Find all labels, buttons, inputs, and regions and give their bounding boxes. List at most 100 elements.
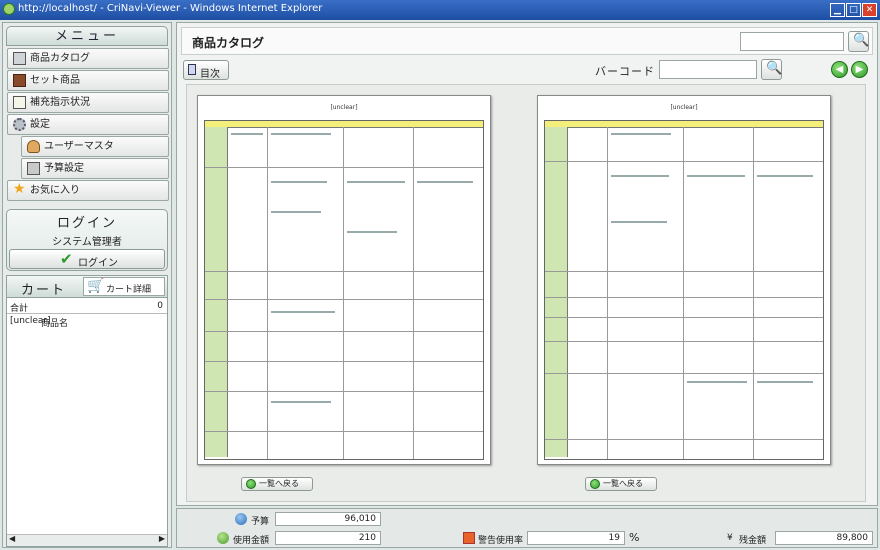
catalog-toolbar: 目次 バーコード 🔍 ◀ ▶ <box>181 59 873 81</box>
toc-button-label: 目次 <box>200 69 220 80</box>
doc-column-line <box>607 127 608 459</box>
budget-value: 96,010 <box>275 512 381 526</box>
catalog-page-left[interactable]: [unclear] <box>197 95 491 465</box>
arrow-left-icon: ◀ <box>835 64 844 75</box>
doc-column-line <box>343 127 344 459</box>
cart-detail-button[interactable]: 🛒 カート詳細 <box>83 277 165 296</box>
sidebar-item-replenish-status[interactable]: 補充指示状況 <box>7 92 169 113</box>
doc-table-header <box>205 121 483 128</box>
doc-text-line <box>231 133 263 135</box>
menu-header: メニュー <box>6 26 168 46</box>
back-to-list-label: 一覧へ戻る <box>259 479 299 488</box>
doc-row-line <box>545 373 823 374</box>
sidebar-item-favorites[interactable]: ★ お気に入り <box>7 180 169 201</box>
sidebar-item-user-master[interactable]: ユーザーマスタ <box>21 136 169 157</box>
cart-detail-label: カート詳細 <box>106 285 152 295</box>
doc-text-line <box>611 133 671 135</box>
cart-title: カート <box>21 283 67 298</box>
back-to-list-button-right[interactable]: 一覧へ戻る <box>585 477 657 491</box>
doc-text-line <box>347 231 397 233</box>
sidebar-item-label: お気に入り <box>30 185 80 196</box>
cart-total-row: 合計 0 <box>7 300 167 314</box>
scroll-right-icon[interactable]: ▶ <box>159 534 165 543</box>
used-amount-value: 210 <box>275 531 381 545</box>
doc-text-line <box>611 175 669 177</box>
book-icon <box>13 52 26 65</box>
sidebar-item-label: 補充指示状況 <box>30 97 90 108</box>
sidebar-item-label: ユーザーマスタ <box>44 141 114 152</box>
page-doc-title: [unclear] <box>670 104 698 111</box>
used-amount-icon <box>217 532 229 544</box>
gear-icon <box>13 118 26 131</box>
login-panel: ログイン システム管理者 ✔ ログイン <box>6 209 168 271</box>
doc-text-line <box>271 133 331 135</box>
calculator-icon <box>27 162 40 175</box>
doc-column-line <box>753 127 754 459</box>
checkmark-icon: ✔ <box>60 250 73 268</box>
doc-row-line <box>205 431 483 432</box>
used-amount-label: 使用金額 <box>233 536 270 546</box>
login-button-label: ログイン <box>78 258 118 269</box>
page-doc-table <box>544 120 824 460</box>
clipboard-icon <box>13 96 26 109</box>
sidebar-item-label: セット商品 <box>30 75 80 86</box>
minimize-button[interactable]: ▁ <box>830 3 845 17</box>
barcode-search-button[interactable]: 🔍 <box>761 59 782 80</box>
sidebar-item-set-products[interactable]: セット商品 <box>7 70 169 91</box>
doc-column-line <box>267 127 268 459</box>
doc-row-line <box>545 341 823 342</box>
sidebar-item-label: 予算設定 <box>44 163 84 174</box>
catalog-header: 商品カタログ 🔍 <box>181 27 873 55</box>
prev-page-button[interactable]: ◀ <box>831 61 848 78</box>
star-icon: ★ <box>13 181 26 197</box>
doc-text-line <box>687 381 747 383</box>
login-button[interactable]: ✔ ログイン <box>9 249 165 269</box>
doc-text-line <box>757 175 813 177</box>
maximize-button[interactable]: □ <box>846 3 861 17</box>
search-button[interactable]: 🔍 <box>848 31 869 52</box>
search-input[interactable] <box>740 32 844 51</box>
barcode-label: バーコード <box>595 65 655 78</box>
doc-table-side-column <box>545 127 568 457</box>
doc-row-line <box>205 271 483 272</box>
cart-panel: カート 🛒 カート詳細 合計 0 [unclear] 商品名 ◀ ▶ <box>6 275 168 547</box>
window-titlebar: http://localhost/ - CriNavi-Viewer - Win… <box>0 0 880 20</box>
sidebar-item-budget-settings[interactable]: 予算設定 <box>21 158 169 179</box>
doc-text-line <box>687 175 745 177</box>
arrow-left-icon <box>246 479 256 489</box>
book-icon <box>188 64 196 75</box>
warning-rate-unit: % <box>629 531 640 544</box>
doc-text-line <box>611 221 667 223</box>
cart-scrollbar[interactable]: ◀ ▶ <box>7 534 167 546</box>
search-icon: 🔍 <box>853 33 870 48</box>
doc-row-line <box>545 317 823 318</box>
doc-column-line <box>683 127 684 459</box>
cart-column-headers: [unclear] 商品名 <box>7 316 167 329</box>
doc-row-line <box>545 439 823 440</box>
barcode-input[interactable] <box>659 60 757 79</box>
sidebar: メニュー 商品カタログ セット商品 補充指示状況 設定 ユーザーマスタ 予算設定… <box>2 22 172 548</box>
page-doc-title: [unclear] <box>330 104 358 111</box>
doc-row-line <box>545 271 823 272</box>
warning-icon <box>463 532 475 544</box>
sidebar-item-settings[interactable]: 設定 <box>7 114 169 135</box>
ie-icon <box>3 3 15 15</box>
scroll-left-icon[interactable]: ◀ <box>9 534 15 543</box>
cart-icon: 🛒 <box>87 278 105 294</box>
close-button[interactable]: ✕ <box>862 3 877 17</box>
page-title: 商品カタログ <box>192 36 265 50</box>
doc-text-line <box>417 181 473 183</box>
sidebar-item-label: 商品カタログ <box>30 53 90 64</box>
doc-text-line <box>347 181 405 183</box>
doc-row-line <box>545 161 823 162</box>
doc-row-line <box>205 167 483 168</box>
next-page-button[interactable]: ▶ <box>851 61 868 78</box>
box-icon <box>13 74 26 87</box>
catalog-page-right[interactable]: [unclear] <box>537 95 831 465</box>
back-to-list-button-left[interactable]: 一覧へ戻る <box>241 477 313 491</box>
toc-button[interactable]: 目次 <box>183 60 229 80</box>
doc-row-line <box>205 299 483 300</box>
sidebar-item-catalog[interactable]: 商品カタログ <box>7 48 169 69</box>
warning-rate-label: 警告使用率 <box>478 536 524 546</box>
cart-col-name: 商品名 <box>41 319 69 329</box>
